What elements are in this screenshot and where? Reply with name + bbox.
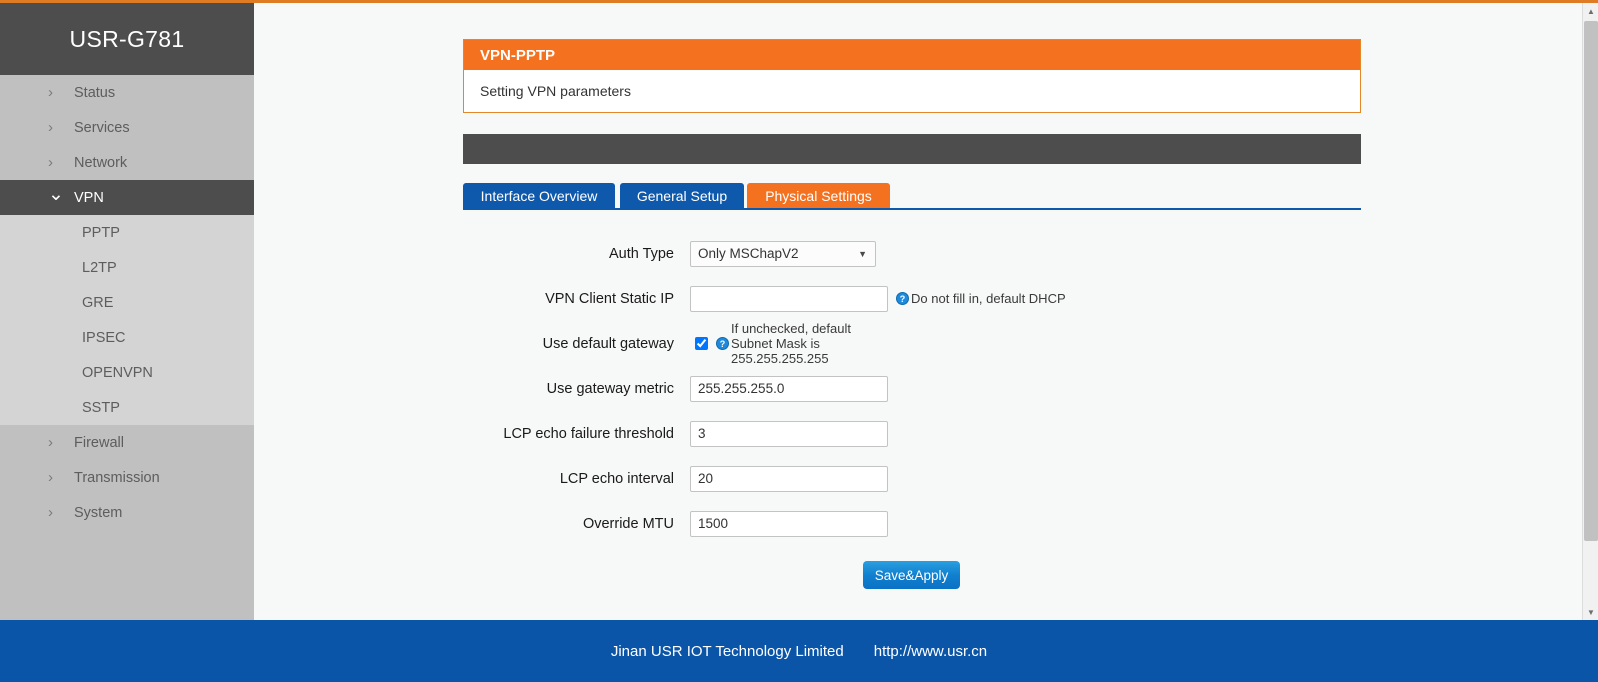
sidebar-item-l2tp[interactable]: L2TP (0, 250, 254, 285)
sidebar-item-label: Services (74, 119, 130, 136)
sidebar-item-gre[interactable]: GRE (0, 285, 254, 320)
form-row-lcp-echo-failure-threshold: LCP echo failure threshold (254, 411, 1582, 456)
lcp-echo-failure-threshold-input[interactable] (690, 420, 888, 447)
chevron-right-icon: › (48, 84, 53, 101)
brand-header: USR-G781 (0, 3, 254, 75)
label-auth-type: Auth Type (608, 245, 674, 262)
use-default-gateway-checkbox[interactable] (695, 337, 708, 350)
hint-use-default-gateway: ? If unchecked, default Subnet Mask is 2… (716, 321, 888, 366)
save-apply-button[interactable]: Save&Apply (863, 561, 960, 589)
auth-type-select[interactable]: Only MSChapV2 ▼ (690, 240, 876, 267)
sidebar-nav: › Status › Services › Network ⌄ VPN PPTP L2TP GRE I… (0, 75, 254, 610)
chevron-right-icon: › (48, 504, 53, 521)
question-help-icon[interactable]: ? (896, 292, 909, 305)
sidebar-item-label: Status (74, 84, 116, 101)
label-lcp-echo-interval: LCP echo interval (559, 470, 674, 487)
tab-label: Interface Overview (480, 187, 598, 204)
chevron-right-icon: › (48, 434, 53, 451)
use-default-gateway-cell: ? If unchecked, default Subnet Mask is 2… (690, 321, 888, 366)
sidebar-item-label: VPN (74, 189, 104, 206)
sidebar-item-firewall[interactable]: › Firewall (0, 425, 254, 460)
label-override-mtu: Override MTU (582, 515, 674, 532)
page-title: VPN-PPTP (480, 46, 556, 64)
label-lcp-echo-failure-threshold: LCP echo failure threshold (503, 425, 674, 442)
sidebar-item-openvpn[interactable]: OPENVPN (0, 355, 254, 390)
tab-label: General Setup (636, 187, 728, 204)
tab-physical-settings[interactable]: Physical Settings (747, 183, 890, 208)
lcp-echo-interval-input[interactable] (690, 465, 888, 492)
sidebar-item-ipsec[interactable]: IPSEC (0, 320, 254, 355)
use-gateway-metric-input[interactable] (690, 375, 888, 402)
form-row-use-default-gateway: Use default gateway ? If unchecked, defa… (254, 321, 1582, 366)
sidebar-item-label: SSTP (82, 399, 120, 416)
footer-url[interactable]: http://www.usr.cn (874, 643, 987, 660)
sidebar-item-label: Firewall (74, 434, 124, 451)
sidebar-item-label: Transmission (74, 469, 160, 486)
hint-vpn-client-static-ip: ? Do not fill in, default DHCP (896, 291, 1066, 306)
override-mtu-input[interactable] (690, 510, 888, 537)
sidebar: USR-G781 › Status › Services › Network ⌄ VPN PPT… (0, 3, 254, 620)
tab-interface-overview[interactable]: Interface Overview (463, 183, 615, 208)
scroll-up-arrow-icon[interactable]: ▲ (1583, 3, 1598, 19)
sidebar-item-status[interactable]: › Status (0, 75, 254, 110)
sidebar-item-label: PPTP (82, 224, 120, 241)
page-panel: VPN-PPTP Setting VPN parameters (463, 39, 1361, 113)
chevron-right-icon: › (48, 154, 53, 171)
sidebar-item-label: IPSEC (82, 329, 126, 346)
panel-header: VPN-PPTP (464, 40, 1360, 70)
sidebar-item-pptp[interactable]: PPTP (0, 215, 254, 250)
settings-form: Auth Type Only MSChapV2 ▼ VPN Client Sta… (254, 231, 1582, 604)
form-row-use-gateway-metric: Use gateway metric (254, 366, 1582, 411)
sidebar-item-label: System (74, 504, 123, 521)
chevron-down-icon: ▼ (858, 248, 867, 259)
scrollbar-thumb[interactable] (1584, 21, 1598, 541)
form-row-auth-type: Auth Type Only MSChapV2 ▼ (254, 231, 1582, 276)
hint-text-use-default-gateway: If unchecked, default Subnet Mask is 255… (731, 321, 851, 366)
form-row-lcp-echo-interval: LCP echo interval (254, 456, 1582, 501)
sidebar-item-services[interactable]: › Services (0, 110, 254, 145)
sidebar-item-label: GRE (82, 294, 114, 311)
hint-text-vpn-client-static-ip: Do not fill in, default DHCP (911, 291, 1066, 306)
sidebar-item-system[interactable]: › System (0, 495, 254, 530)
page-scrollbar[interactable]: ▲ ▼ (1582, 3, 1598, 620)
sidebar-item-label: OPENVPN (82, 364, 153, 381)
sidebar-item-sstp[interactable]: SSTP (0, 390, 254, 425)
form-row-override-mtu: Override MTU (254, 501, 1582, 546)
dark-toolbar-placeholder (463, 134, 1361, 164)
main-content: VPN-PPTP Setting VPN parameters Interfac… (254, 3, 1582, 620)
chevron-right-icon: › (48, 469, 53, 486)
panel-subtitle-row: Setting VPN parameters (464, 70, 1360, 112)
vpn-client-static-ip-input[interactable] (690, 285, 888, 312)
footer-company: Jinan USR IOT Technology Limited (610, 642, 844, 660)
tab-label: Physical Settings (765, 187, 872, 204)
label-vpn-client-static-ip: VPN Client Static IP (545, 290, 674, 307)
scroll-down-arrow-icon[interactable]: ▼ (1583, 604, 1598, 620)
sidebar-item-label: Network (74, 154, 128, 171)
app-root: USR-G781 › Status › Services › Network ⌄ VPN PPT… (0, 0, 1598, 682)
sidebar-item-label: L2TP (82, 259, 117, 276)
sidebar-item-vpn[interactable]: ⌄ VPN (0, 180, 254, 215)
page-footer: Jinan USR IOT Technology Limited http://… (0, 620, 1598, 682)
form-actions: Save&Apply (254, 546, 1582, 604)
sidebar-item-transmission[interactable]: › Transmission (0, 460, 254, 495)
tab-underline (463, 208, 1361, 210)
form-row-vpn-client-static-ip: VPN Client Static IP ? Do not fill in, d… (254, 276, 1582, 321)
auth-type-value: Only MSChapV2 (698, 246, 799, 261)
chevron-right-icon: › (48, 119, 53, 136)
page-subtitle: Setting VPN parameters (480, 83, 631, 99)
brand-title: USR-G781 (69, 25, 185, 52)
sidebar-filler (0, 530, 254, 610)
tab-bar: Interface Overview General Setup Physical … (463, 183, 1361, 210)
chevron-down-icon: ⌄ (48, 183, 64, 205)
label-use-gateway-metric: Use gateway metric (546, 380, 674, 397)
question-help-icon[interactable]: ? (716, 337, 729, 350)
tab-general-setup[interactable]: General Setup (620, 183, 744, 208)
label-use-default-gateway: Use default gateway (542, 335, 674, 352)
sidebar-item-network[interactable]: › Network (0, 145, 254, 180)
